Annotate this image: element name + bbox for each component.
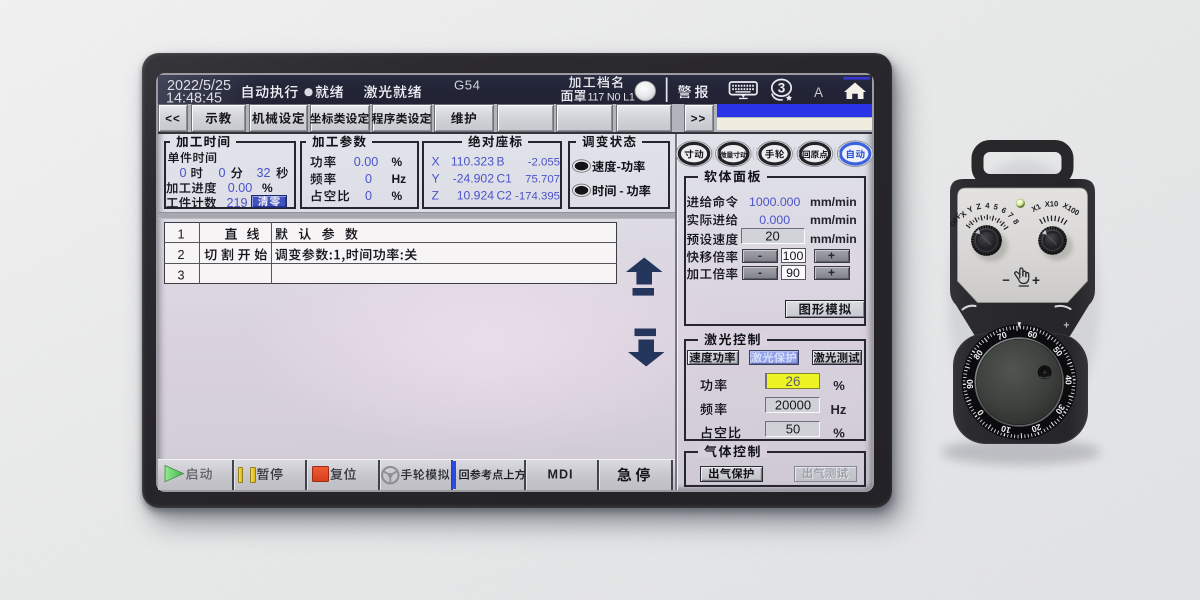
svg-text:0: 0: [365, 189, 372, 203]
svg-text:X10: X10: [1045, 199, 1059, 208]
svg-text:0.00: 0.00: [228, 181, 253, 195]
svg-text:-2.055: -2.055: [528, 157, 560, 169]
svg-text:110.323: 110.323: [451, 155, 494, 169]
svg-text:MDI: MDI: [547, 467, 573, 481]
svg-text:90: 90: [965, 379, 975, 389]
svg-text:0: 0: [179, 166, 186, 180]
svg-text:+: +: [828, 249, 835, 263]
svg-text:2: 2: [177, 248, 184, 262]
svg-text:A: A: [814, 85, 823, 100]
svg-text:40: 40: [1063, 375, 1073, 385]
svg-text:%: %: [833, 426, 845, 441]
svg-text:50: 50: [786, 422, 800, 437]
svg-text:mm/min: mm/min: [810, 213, 857, 227]
svg-text:Hz: Hz: [831, 402, 847, 417]
svg-text:%: %: [833, 378, 845, 393]
svg-text:B: B: [497, 155, 505, 169]
svg-text:%: %: [392, 155, 403, 169]
svg-text:1: 1: [177, 227, 184, 241]
svg-text:3: 3: [177, 269, 184, 283]
svg-text:−: −: [1002, 273, 1010, 288]
svg-text:-: -: [758, 266, 762, 280]
svg-text:0: 0: [218, 166, 225, 180]
svg-text:0.000: 0.000: [759, 213, 790, 227]
svg-text:%: %: [392, 189, 403, 203]
svg-text:1000.000: 1000.000: [749, 195, 800, 209]
svg-text:-174.395: -174.395: [515, 191, 560, 203]
svg-text:14:48:45: 14:48:45: [166, 90, 222, 106]
svg-text:0.00: 0.00: [354, 155, 379, 169]
svg-text:Z: Z: [432, 189, 440, 203]
svg-text:mm/min: mm/min: [810, 232, 857, 246]
svg-text:20: 20: [765, 228, 779, 243]
svg-text:C2: C2: [497, 189, 513, 203]
svg-text:Hz: Hz: [392, 172, 407, 186]
svg-text:-: -: [758, 249, 762, 263]
svg-text:100: 100: [783, 249, 804, 263]
svg-text:-24.902: -24.902: [453, 172, 495, 186]
svg-text:mm/min: mm/min: [810, 195, 857, 209]
svg-text:90: 90: [786, 266, 800, 280]
svg-text:X: X: [432, 155, 440, 169]
svg-text:<<: <<: [165, 113, 180, 125]
svg-text:219: 219: [226, 196, 247, 210]
svg-text:+: +: [1063, 320, 1069, 332]
svg-text:20000: 20000: [775, 398, 811, 413]
svg-text:>>: >>: [691, 113, 706, 125]
svg-text:+: +: [828, 266, 835, 280]
svg-text:10.924: 10.924: [457, 189, 494, 203]
svg-text:75.707: 75.707: [525, 174, 560, 186]
svg-text:32: 32: [256, 166, 270, 180]
svg-text:117 N0 L1: 117 N0 L1: [588, 91, 635, 103]
svg-text:3: 3: [778, 80, 786, 95]
svg-text:+: +: [1032, 273, 1040, 288]
svg-text:%: %: [262, 181, 273, 195]
svg-text:26: 26: [786, 374, 801, 389]
svg-text:G54: G54: [454, 78, 480, 93]
svg-text:0: 0: [365, 172, 372, 186]
svg-text:Y: Y: [432, 172, 440, 186]
svg-text:C1: C1: [497, 172, 513, 186]
